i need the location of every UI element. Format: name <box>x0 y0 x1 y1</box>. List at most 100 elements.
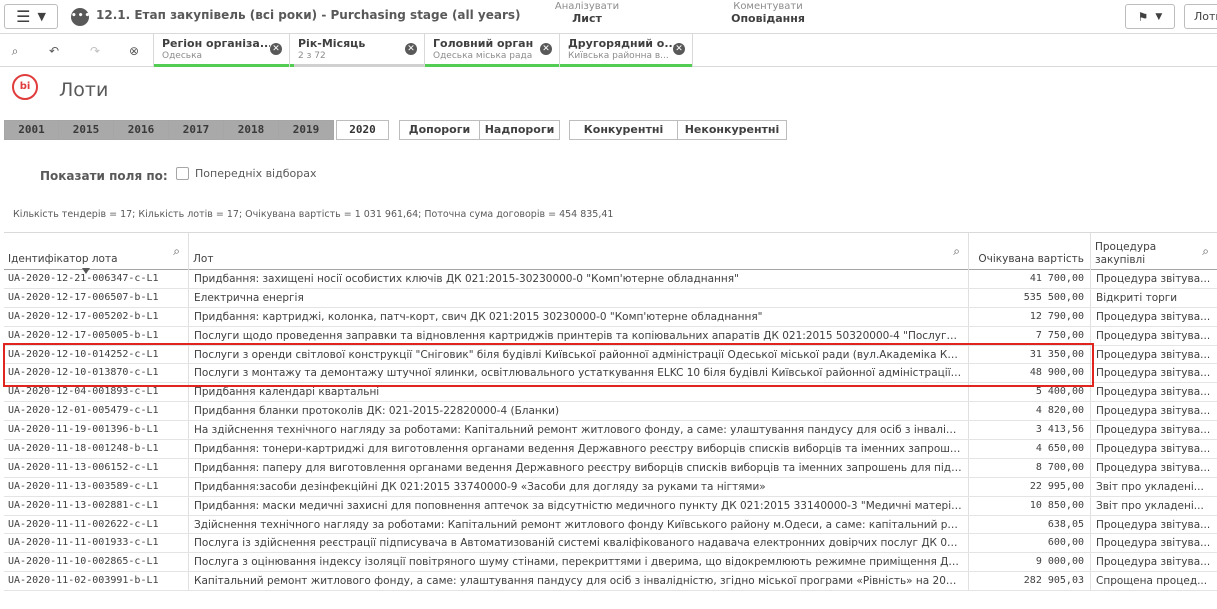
lot-id-cell[interactable]: UA-2020-12-21-006347-c-L1 <box>4 270 189 288</box>
procedure-cell[interactable]: Процедура звітува... <box>1091 534 1217 552</box>
bookmark-button[interactable]: ⚑ ▼ <box>1125 4 1175 29</box>
procedure-cell[interactable]: Процедура звітува... <box>1091 459 1217 477</box>
year-button[interactable]: 2017 <box>169 120 224 140</box>
year-button[interactable]: 2015 <box>59 120 114 140</box>
expected-value-cell[interactable]: 3 413,56 <box>969 421 1091 440</box>
table-row[interactable]: UA-2020-11-19-001396-b-L1 На здійснення т… <box>4 421 1217 441</box>
lot-name-cell[interactable]: Придбання: захищені носії особистих ключ… <box>189 270 969 288</box>
checkbox-box[interactable] <box>176 167 189 180</box>
below-threshold-button[interactable]: Допороги <box>399 120 480 140</box>
expected-value-cell[interactable]: 7 750,00 <box>969 326 1091 345</box>
selection-chip-main-body[interactable]: Головний орган Одеська міська рада ✕ <box>424 34 559 67</box>
close-icon[interactable]: ✕ <box>270 43 282 55</box>
lot-name-cell[interactable]: Придбання: картриджі, колонка, патч-корт… <box>189 307 969 326</box>
procedure-cell[interactable]: Звіт про укладені... <box>1091 478 1217 496</box>
lot-id-cell[interactable]: UA-2020-11-11-002622-c-L1 <box>4 515 189 534</box>
lot-id-cell[interactable]: UA-2020-12-17-005005-b-L1 <box>4 326 189 345</box>
lot-name-cell[interactable]: Послуги з монтажу та демонтажу штучної я… <box>189 364 969 383</box>
selection-chip-region[interactable]: Регіон організа... Одеська ✕ <box>153 34 289 67</box>
table-row[interactable]: UA-2020-12-01-005479-c-L1 Придбання бланк… <box>4 402 1217 422</box>
step-forward-icon[interactable]: ↷ <box>85 41 105 61</box>
expected-value-cell[interactable]: 31 350,00 <box>969 345 1091 364</box>
lot-id-cell[interactable]: UA-2020-11-13-006152-c-L1 <box>4 458 189 477</box>
nav-analyze-sheet[interactable]: Аналізувати Лист <box>553 1 621 25</box>
lot-name-cell[interactable]: На здійснення технічного нагляду за робо… <box>189 421 969 440</box>
expected-value-cell[interactable]: 10 850,00 <box>969 496 1091 515</box>
expected-value-cell[interactable]: 4 820,00 <box>969 402 1091 421</box>
table-row[interactable]: UA-2020-11-13-002881-c-L1 Придбання: маск… <box>4 496 1217 516</box>
procedure-cell[interactable]: Процедура звітува... <box>1091 327 1217 345</box>
lot-id-cell[interactable]: UA-2020-11-13-003589-c-L1 <box>4 477 189 496</box>
lot-name-cell[interactable]: Електрична енергія <box>189 288 969 307</box>
noncompetitive-button[interactable]: Неконкурентні <box>678 120 787 140</box>
lot-id-cell[interactable]: UA-2020-11-19-001396-b-L1 <box>4 421 189 440</box>
year-button[interactable]: 2018 <box>224 120 279 140</box>
table-row[interactable]: UA-2020-11-10-002865-c-L1 Послуга з оціню… <box>4 553 1217 573</box>
lot-id-cell[interactable]: UA-2020-11-02-003991-b-L1 <box>4 572 189 591</box>
procedure-cell[interactable]: Звіт про укладені... <box>1091 497 1217 515</box>
lot-name-cell[interactable]: Капітальний ремонт житлового фонду, а са… <box>189 572 969 591</box>
app-options-icon[interactable]: ••• <box>71 8 90 26</box>
lot-id-cell[interactable]: UA-2020-12-17-005202-b-L1 <box>4 307 189 326</box>
lot-name-cell[interactable]: Послуги з оренди світлової конструкції "… <box>189 345 969 364</box>
lot-id-cell[interactable]: UA-2020-12-10-014252-c-L1 <box>4 345 189 364</box>
lot-name-cell[interactable]: Здійснення технічного нагляду за роботам… <box>189 515 969 534</box>
expected-value-cell[interactable]: 9 000,00 <box>969 553 1091 572</box>
above-threshold-button[interactable]: Надпороги <box>480 120 560 140</box>
close-icon[interactable]: ✕ <box>540 43 552 55</box>
year-button[interactable]: 2016 <box>114 120 169 140</box>
expected-value-cell[interactable]: 48 900,00 <box>969 364 1091 383</box>
lot-id-cell[interactable]: UA-2020-12-10-013870-c-L1 <box>4 364 189 383</box>
previous-selections-checkbox[interactable]: Попередніх відборах <box>176 167 316 180</box>
lot-name-cell[interactable]: Придбання: паперу для виготовлення орган… <box>189 458 969 477</box>
lot-name-cell[interactable]: Послуги щодо проведення заправки та відн… <box>189 326 969 345</box>
selection-chip-year-month[interactable]: Рік-Місяць 2 з 72 ✕ <box>289 34 424 67</box>
clear-selections-icon[interactable]: ⊗ <box>124 41 144 61</box>
table-row[interactable]: UA-2020-12-21-006347-c-L1 Придбання: захи… <box>4 270 1217 289</box>
table-row[interactable]: UA-2020-12-04-001893-c-L1 Придбання кален… <box>4 383 1217 403</box>
procedure-cell[interactable]: Процедура звітува... <box>1091 364 1217 382</box>
procedure-cell[interactable]: Процедура звітува... <box>1091 270 1217 288</box>
expected-value-cell[interactable]: 5 400,00 <box>969 383 1091 402</box>
table-row[interactable]: UA-2020-12-17-005202-b-L1 Придбання: карт… <box>4 307 1217 327</box>
procedure-cell[interactable]: Процедура звітува... <box>1091 402 1217 420</box>
lot-name-cell[interactable]: Придбання:засоби дезінфекційні ДК 021:20… <box>189 477 969 496</box>
table-row[interactable]: UA-2020-12-17-006507-b-L1 Електрична енер… <box>4 288 1217 308</box>
search-icon[interactable]: ⌕ <box>173 244 180 259</box>
table-row[interactable]: UA-2020-12-17-005005-b-L1 Послуги щодо пр… <box>4 326 1217 346</box>
column-header-expected-value[interactable]: Очікувана вартість <box>969 233 1091 270</box>
table-row[interactable]: UA-2020-11-13-006152-c-L1 Придбання: папе… <box>4 458 1217 478</box>
table-row[interactable]: UA-2020-11-13-003589-c-L1 Придбання:засоб… <box>4 477 1217 497</box>
procedure-cell[interactable]: Процедура звітува... <box>1091 440 1217 458</box>
procedure-cell[interactable]: Процедура звітува... <box>1091 346 1217 364</box>
competitive-button[interactable]: Конкурентні <box>569 120 678 140</box>
expected-value-cell[interactable]: 600,00 <box>969 534 1091 553</box>
procedure-cell[interactable]: Процедура звітува... <box>1091 553 1217 571</box>
close-icon[interactable]: ✕ <box>405 43 417 55</box>
expected-value-cell[interactable]: 41 700,00 <box>969 270 1091 288</box>
column-header-lot[interactable]: Лот ⌕ <box>189 233 969 270</box>
close-icon[interactable]: ✕ <box>673 43 685 55</box>
table-row[interactable]: UA-2020-11-11-002622-c-L1 Здійснення техн… <box>4 515 1217 535</box>
procedure-cell[interactable]: Спрощена процед... <box>1091 572 1217 590</box>
year-button[interactable]: 2019 <box>279 120 334 140</box>
lot-id-cell[interactable]: UA-2020-11-18-001248-b-L1 <box>4 440 189 459</box>
sheet-button[interactable]: Лоти <box>1184 4 1217 29</box>
lot-id-cell[interactable]: UA-2020-11-11-001933-c-L1 <box>4 534 189 553</box>
lot-id-cell[interactable]: UA-2020-12-01-005479-c-L1 <box>4 402 189 421</box>
procedure-cell[interactable]: Процедура звітува... <box>1091 421 1217 439</box>
nav-narrate-storytelling[interactable]: Коментувати Оповідання <box>730 1 806 25</box>
procedure-cell[interactable]: Процедура звітува... <box>1091 308 1217 326</box>
procedure-cell[interactable]: Процедура звітува... <box>1091 516 1217 534</box>
lot-id-cell[interactable]: UA-2020-12-04-001893-c-L1 <box>4 383 189 402</box>
expected-value-cell[interactable]: 8 700,00 <box>969 458 1091 477</box>
table-row[interactable]: UA-2020-11-18-001248-b-L1 Придбання: тоне… <box>4 440 1217 459</box>
menu-button[interactable]: ☰ ▼ <box>4 4 58 29</box>
expected-value-cell[interactable]: 638,05 <box>969 515 1091 534</box>
lot-name-cell[interactable]: Придбання: тонери-картриджі для виготовл… <box>189 440 969 459</box>
lot-id-cell[interactable]: UA-2020-11-13-002881-c-L1 <box>4 496 189 515</box>
step-back-icon[interactable]: ↶ <box>44 41 64 61</box>
smart-search-icon[interactable]: ⌕ <box>5 41 25 61</box>
procedure-cell[interactable]: Процедура звітува... <box>1091 383 1217 401</box>
selection-chip-secondary-body[interactable]: Другорядний о... Київська районна в... ✕ <box>559 34 693 67</box>
